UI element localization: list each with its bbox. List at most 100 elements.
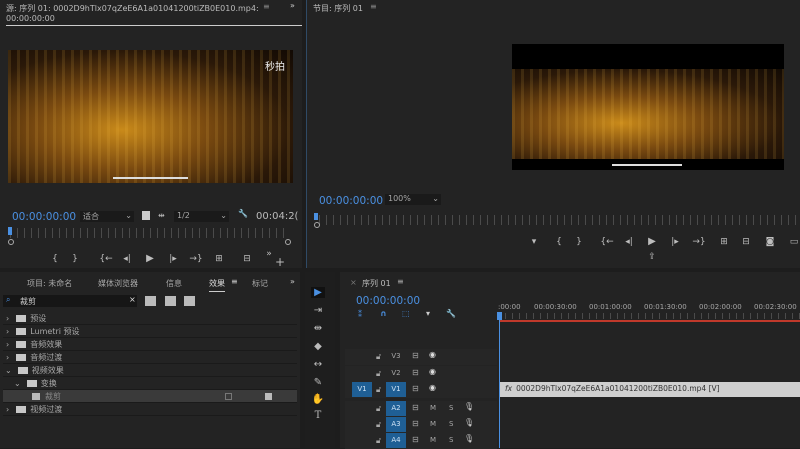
panel-tab-media-browser[interactable]: 媒体浏览器 bbox=[98, 278, 138, 289]
pen-tool[interactable]: ✎ bbox=[311, 377, 325, 388]
wrench-icon[interactable]: 🔧 bbox=[238, 209, 248, 218]
search-input[interactable]: ⌕ 裁剪 × bbox=[3, 295, 137, 307]
expand-panels-icon[interactable]: » bbox=[290, 277, 295, 286]
export-frame-button[interactable]: ◙ bbox=[763, 237, 777, 247]
compare-view-button[interactable]: ▭ bbox=[787, 237, 800, 247]
extract-button[interactable]: ⊟ bbox=[739, 237, 753, 247]
microphone-icon[interactable]: 🎙︎ bbox=[464, 418, 474, 427]
source-scrubber[interactable] bbox=[10, 228, 290, 238]
program-timecode[interactable]: 00:00:00:00 bbox=[319, 195, 383, 207]
lift-button[interactable]: ⊞ bbox=[717, 237, 731, 247]
step-back-button[interactable]: ◂| bbox=[120, 254, 134, 264]
lock-icon[interactable]: 🔓︎ bbox=[376, 436, 381, 446]
close-sequence-icon[interactable]: × bbox=[350, 278, 357, 287]
in-point-handle[interactable] bbox=[8, 239, 14, 245]
mark-in-button[interactable]: { bbox=[552, 237, 566, 247]
mute-button[interactable]: M bbox=[430, 436, 436, 444]
go-to-out-button[interactable]: →} bbox=[692, 237, 706, 247]
zoom-dropdown[interactable]: 100% ⌄ bbox=[385, 194, 441, 205]
mute-button[interactable]: M bbox=[430, 420, 436, 428]
in-point-handle[interactable] bbox=[314, 222, 320, 228]
sync-lock-icon[interactable]: ⊟ bbox=[412, 419, 419, 428]
resolution-dropdown[interactable]: 1/2 ⌄ bbox=[174, 211, 229, 222]
eye-icon[interactable]: ◉ bbox=[429, 367, 436, 376]
sync-lock-icon[interactable]: ⊟ bbox=[412, 368, 419, 377]
source-timecode[interactable]: 00:00:00:00 bbox=[12, 211, 76, 223]
sync-lock-icon[interactable]: ⊟ bbox=[412, 403, 419, 412]
drop-frame-icon[interactable]: ⇹ bbox=[158, 211, 165, 220]
track-target[interactable]: V3 bbox=[386, 349, 406, 364]
timeline-playhead[interactable] bbox=[497, 312, 502, 320]
snap-icon[interactable]: ∩ bbox=[380, 309, 387, 318]
panel-tab-markers[interactable]: 标记 bbox=[252, 278, 268, 289]
solo-button[interactable]: S bbox=[449, 420, 453, 428]
out-point-handle[interactable] bbox=[285, 239, 291, 245]
mark-in-button[interactable]: { bbox=[48, 254, 62, 264]
lock-icon[interactable]: 🔓︎ bbox=[376, 352, 381, 362]
selection-tool[interactable]: ▶ bbox=[311, 287, 325, 298]
play-button[interactable]: ▶ bbox=[645, 236, 659, 247]
panel-tab-info[interactable]: 信息 bbox=[166, 278, 182, 289]
track-target[interactable]: V1 bbox=[386, 382, 406, 397]
go-to-in-button[interactable]: {← bbox=[600, 237, 614, 247]
mark-out-button[interactable]: } bbox=[572, 237, 586, 247]
effects-folder-audio-transitions[interactable]: › 音频过渡 bbox=[3, 351, 297, 364]
overwrite-button[interactable]: ⊟ bbox=[240, 254, 254, 264]
microphone-icon[interactable]: 🎙︎ bbox=[464, 402, 474, 411]
source-patch-v1[interactable]: V1 bbox=[352, 382, 372, 397]
hand-tool[interactable]: ✋ bbox=[311, 394, 325, 405]
effects-folder-video-effects[interactable]: ⌄ 视频效果 bbox=[3, 364, 297, 377]
sync-lock-icon[interactable]: ⊟ bbox=[412, 435, 419, 444]
program-title-tab[interactable]: 节目: 序列 01 bbox=[313, 3, 363, 14]
eye-icon[interactable]: ◉ bbox=[429, 350, 436, 359]
accelerated-effects-filter-icon[interactable] bbox=[145, 296, 156, 306]
effects-folder-presets[interactable]: › 预设 bbox=[3, 312, 297, 325]
play-button[interactable]: ▶ bbox=[143, 253, 157, 264]
panel-menu-icon[interactable]: ≡ bbox=[231, 277, 238, 286]
track-target[interactable]: A4 bbox=[386, 433, 406, 448]
solo-button[interactable]: S bbox=[449, 436, 453, 444]
expand-panels-icon[interactable]: » bbox=[290, 1, 295, 10]
mark-out-button[interactable]: } bbox=[68, 254, 82, 264]
playhead[interactable] bbox=[314, 213, 318, 220]
go-to-in-button[interactable]: {← bbox=[99, 254, 113, 264]
playhead[interactable] bbox=[8, 227, 12, 235]
timeline-settings-icon[interactable]: 🔧 bbox=[446, 309, 456, 318]
track-select-tool[interactable]: ⇥ bbox=[311, 305, 325, 316]
effects-folder-video-transitions[interactable]: › 视频过渡 bbox=[3, 403, 297, 416]
sync-lock-icon[interactable]: ⊟ bbox=[412, 351, 419, 360]
go-to-out-button[interactable]: →} bbox=[189, 254, 203, 264]
lock-icon[interactable]: 🔓︎ bbox=[376, 385, 381, 395]
mute-button[interactable]: M bbox=[430, 404, 436, 412]
fit-dropdown[interactable]: 适合 ⌄ bbox=[80, 211, 134, 222]
add-marker-button[interactable]: ▾ bbox=[527, 237, 541, 247]
step-forward-button[interactable]: |▸ bbox=[166, 254, 180, 264]
time-ruler[interactable]: :00:00 00:00:30:00 00:01:00:00 00:01:30:… bbox=[498, 302, 800, 322]
nest-toggle-icon[interactable]: ⁑ bbox=[358, 310, 362, 319]
solo-button[interactable]: S bbox=[449, 404, 453, 412]
slip-tool[interactable]: ↔ bbox=[311, 359, 325, 370]
effect-crop[interactable]: 裁剪 bbox=[3, 390, 297, 403]
type-tool[interactable]: T bbox=[311, 410, 325, 421]
step-back-button[interactable]: ◂| bbox=[622, 237, 636, 247]
effects-folder-lumetri[interactable]: › Lumetri 预设 bbox=[3, 325, 297, 338]
export-button[interactable]: ⇪ bbox=[645, 252, 659, 262]
program-scrubber[interactable] bbox=[319, 215, 800, 225]
32bit-filter-icon[interactable] bbox=[165, 296, 176, 306]
lock-icon[interactable]: 🔓︎ bbox=[376, 420, 381, 430]
settings-icon[interactable] bbox=[142, 211, 150, 220]
ripple-edit-tool[interactable]: ⇹ bbox=[311, 323, 325, 334]
lock-icon[interactable]: 🔓︎ bbox=[376, 404, 381, 414]
track-target[interactable]: A3 bbox=[386, 417, 406, 432]
clear-search-icon[interactable]: × bbox=[129, 295, 136, 304]
insert-button[interactable]: ⊞ bbox=[212, 254, 226, 264]
track-target[interactable]: A2 bbox=[386, 401, 406, 416]
lock-icon[interactable]: 🔓︎ bbox=[376, 369, 381, 379]
microphone-icon[interactable]: 🎙︎ bbox=[464, 434, 474, 443]
panel-tab-project[interactable]: 项目: 未命名 bbox=[27, 278, 72, 289]
timeline-timecode[interactable]: 00:00:00:00 bbox=[356, 295, 420, 307]
razor-tool[interactable]: ◆ bbox=[311, 341, 325, 352]
effects-folder-transform[interactable]: ⌄ 变换 bbox=[3, 377, 297, 390]
add-button[interactable]: + bbox=[273, 255, 287, 269]
linked-selection-icon[interactable]: ⬚ bbox=[402, 309, 410, 318]
